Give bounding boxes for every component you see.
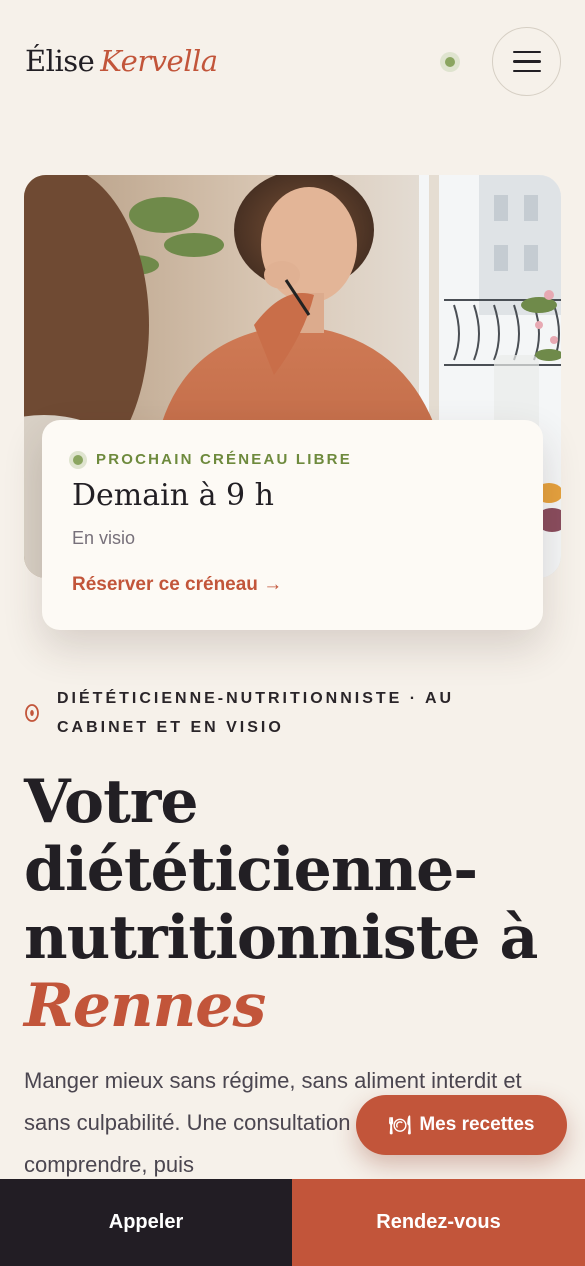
recipes-label: Mes recettes <box>419 1114 535 1135</box>
site-logo[interactable]: Élise Kervella <box>25 41 218 81</box>
next-slot-card: PROCHAIN CRÉNEAU LIBRE Demain à 9 h En v… <box>42 420 543 630</box>
book-slot-link[interactable]: Réserver ce créneau → <box>72 573 282 597</box>
title-city: Rennes <box>24 971 266 1041</box>
hamburger-icon-line <box>512 69 541 73</box>
page: Élise Kervella PROCHAIN CRÉNEAU LIBRE De… <box>0 0 585 1266</box>
slot-mode: En visio <box>72 528 136 548</box>
slot-eyebrow: PROCHAIN CRÉNEAU LIBRE <box>96 451 352 468</box>
hamburger-icon-line <box>512 50 541 54</box>
call-button[interactable]: Appeler <box>0 1179 292 1266</box>
logo-last-name: Kervella <box>100 44 218 78</box>
appointment-button[interactable]: Rendez-vous <box>292 1179 585 1266</box>
online-dot-icon <box>440 52 460 72</box>
logo-first-name: Élise <box>25 44 95 78</box>
bottom-action-bar: Appeler Rendez-vous <box>0 1179 585 1266</box>
title-main: Votre diététicienne-nutritionniste à <box>24 767 538 973</box>
page-title: Votre diététicienne-nutritionniste à Ren… <box>24 768 564 1040</box>
plate-cutlery-icon: 🍽 <box>388 1114 412 1135</box>
profession-kicker: DIÉTÉTICIENNE-NUTRITIONNISTE · AU CABINE… <box>57 690 455 736</box>
hamburger-icon-line <box>512 60 541 63</box>
slot-time: Demain à 9 h <box>72 478 274 513</box>
site-header: Élise Kervella <box>0 0 585 120</box>
recipes-button[interactable]: 🍽 Mes recettes <box>356 1095 567 1155</box>
location-pin-icon <box>25 704 39 722</box>
menu-button[interactable] <box>492 27 561 96</box>
availability-dot-icon <box>69 451 87 469</box>
